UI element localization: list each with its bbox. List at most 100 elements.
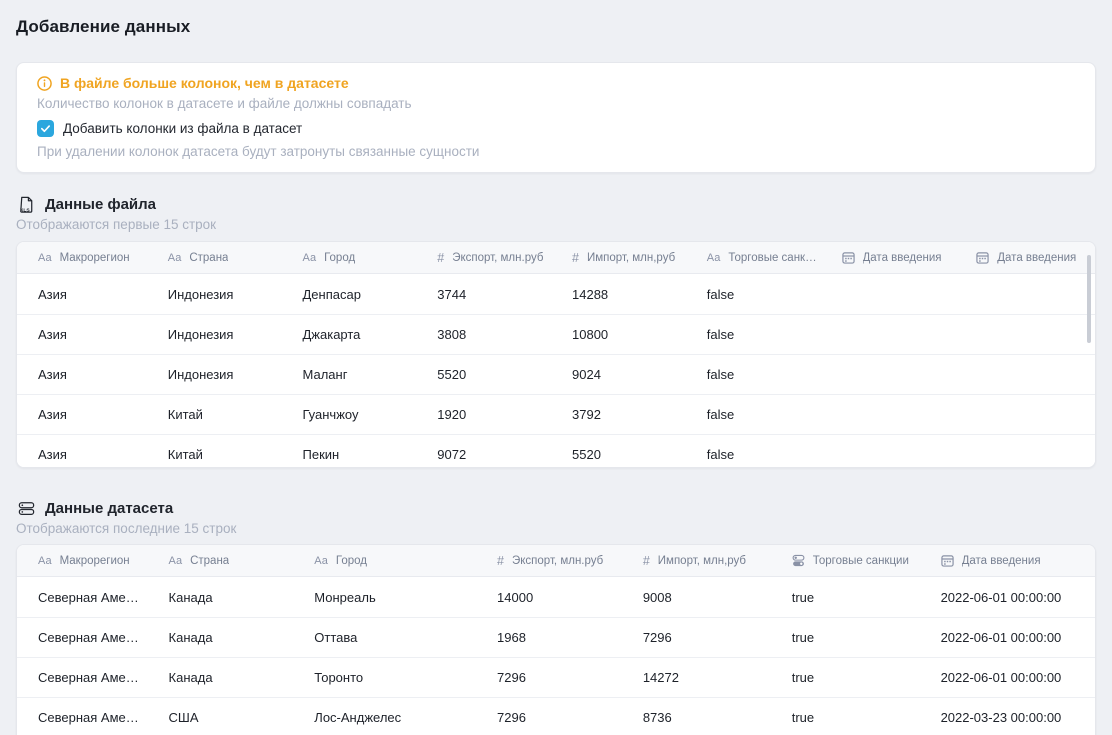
file-data-table: АаМакрорегионАаСтранаАаГород#Экспорт, мл… — [16, 241, 1096, 468]
column-header-label: Страна — [190, 555, 229, 567]
column-header: Аа Страна — [153, 555, 299, 567]
column-header: АаМакрорегион — [17, 555, 153, 567]
table-row: АзияИндонезияДенпасар374414288false — [17, 274, 1095, 314]
calendar-icon — [976, 251, 989, 264]
table-cell: Северная Америка — [17, 590, 153, 605]
file-section-subtitle: Отображаются первые 15 строк — [16, 217, 1096, 233]
table-cell: false — [691, 287, 826, 302]
column-header: Дата введения — [826, 251, 961, 264]
table-row: АзияКитайГуанчжоу19203792false — [17, 394, 1095, 434]
column-header: Дата введения — [925, 554, 1095, 567]
table-cell: false — [691, 367, 826, 382]
table-cell: Маланг — [287, 367, 422, 382]
table-cell: Индонезия — [152, 327, 287, 342]
table-row: Северная АмерикаСШАЛос-Анджелес72968736t… — [17, 697, 1095, 735]
table-row: Северная АмерикаКанадаМонреаль140009008t… — [17, 577, 1095, 617]
number-type-icon: # — [572, 251, 579, 265]
column-header-label: Импорт, млн,руб — [587, 252, 675, 264]
column-header-label: Торговые санкции — [813, 555, 909, 567]
column-header-label: Страна — [189, 252, 228, 264]
table-cell: false — [691, 407, 826, 422]
dataset-table-body: Северная АмерикаКанадаМонреаль140009008t… — [17, 577, 1095, 735]
add-columns-checkbox[interactable] — [37, 120, 54, 137]
table-cell: 7296 — [627, 630, 776, 645]
page-title: Добавление данных — [16, 0, 1096, 37]
column-header: Аа Торговые санкц... — [691, 252, 826, 264]
add-columns-checkbox-label: Добавить колонки из файла в датасет — [63, 121, 302, 136]
table-cell: 9072 — [421, 447, 556, 462]
table-cell: 14288 — [556, 287, 691, 302]
table-cell: Северная Америка — [17, 710, 153, 725]
text-type-icon: Аа — [707, 252, 721, 264]
column-header: Торговые санкции — [776, 554, 925, 567]
table-cell: Азия — [17, 447, 152, 462]
table-cell: 3792 — [556, 407, 691, 422]
table-cell: 1968 — [481, 630, 627, 645]
table-cell: 7296 — [481, 710, 627, 725]
table-cell: 5520 — [556, 447, 691, 462]
table-cell: true — [776, 670, 925, 685]
column-header-label: Торговые санкц... — [728, 252, 817, 264]
info-icon — [37, 76, 52, 91]
table-cell: Оттава — [298, 630, 481, 645]
table-cell: Торонто — [298, 670, 481, 685]
table-cell: Китай — [152, 447, 287, 462]
number-type-icon: # — [643, 554, 650, 568]
column-header-label: Город — [324, 252, 355, 264]
add-columns-checkbox-row[interactable]: Добавить колонки из файла в датасет — [37, 120, 302, 137]
column-header: Аа Город — [287, 252, 422, 264]
dataset-table-header-row: АаМакрорегионАаСтранаАаГород#Экспорт, мл… — [17, 545, 1095, 577]
warning-title-row: В файле больше колонок, чем в датасете — [37, 74, 1075, 92]
dataset-section-subtitle: Отображаются последние 15 строк — [16, 521, 1096, 537]
table-cell: 2022-03-23 00:00:00 — [925, 710, 1095, 725]
table-cell: Северная Америка — [17, 630, 153, 645]
table-cell: true — [776, 590, 925, 605]
table-cell: 3744 — [421, 287, 556, 302]
number-type-icon: # — [437, 251, 444, 265]
column-header: АаМакрорегион — [17, 252, 152, 264]
text-type-icon: Аа — [303, 252, 317, 264]
table-cell: Денпасар — [287, 287, 422, 302]
table-cell: 9008 — [627, 590, 776, 605]
file-section-header: XLS Данные файла — [16, 194, 1096, 214]
table-cell: false — [691, 327, 826, 342]
table-cell: Азия — [17, 367, 152, 382]
column-header: #Импорт, млн,руб — [627, 554, 776, 568]
table-cell: Индонезия — [152, 367, 287, 382]
table-cell: 8736 — [627, 710, 776, 725]
table-row: АзияИндонезияДжакарта380810800false — [17, 314, 1095, 354]
table-cell: 2022-06-01 00:00:00 — [925, 630, 1095, 645]
table-cell: 2022-06-01 00:00:00 — [925, 670, 1095, 685]
table-cell: Лос-Анджелес — [298, 710, 481, 725]
column-header: АаСтрана — [152, 252, 287, 264]
table-cell: Монреаль — [298, 590, 481, 605]
table-cell: Канада — [153, 630, 299, 645]
calendar-icon — [842, 251, 855, 264]
table-cell: 7296 — [481, 670, 627, 685]
file-section-title: Данные файла — [45, 196, 156, 213]
table-cell: Канада — [153, 590, 299, 605]
column-header-label: Экспорт, млн.руб — [452, 252, 543, 264]
table-cell: Канада — [153, 670, 299, 685]
table-cell: 3808 — [421, 327, 556, 342]
column-header-label: Макрорегион — [60, 555, 130, 567]
dataset-section-title: Данные датасета — [45, 500, 173, 517]
column-header-label: Дата введения — [962, 555, 1041, 567]
svg-text:XLS: XLS — [20, 207, 30, 213]
table-cell: Азия — [17, 327, 152, 342]
table-row: Северная АмерикаКанадаОттава19687296true… — [17, 617, 1095, 657]
number-type-icon: # — [497, 554, 504, 568]
text-type-icon: Аа — [169, 555, 183, 567]
table-cell: 5520 — [421, 367, 556, 382]
table-cell: Северная Америка — [17, 670, 153, 685]
warning-subtitle: Количество колонок в датасете и файле до… — [37, 96, 1075, 112]
table-cell: false — [691, 447, 826, 462]
file-table-scrollbar[interactable] — [1087, 255, 1091, 343]
column-header: # Экспорт, млн.руб — [421, 251, 556, 265]
column-header-label: Макрорегион — [60, 252, 130, 264]
table-row: АзияКитайПекин90725520false — [17, 434, 1095, 468]
table-cell: Индонезия — [152, 287, 287, 302]
column-header-label: Дата введения — [997, 252, 1076, 264]
table-cell: true — [776, 630, 925, 645]
warning-card: В файле больше колонок, чем в датасете К… — [16, 62, 1096, 173]
